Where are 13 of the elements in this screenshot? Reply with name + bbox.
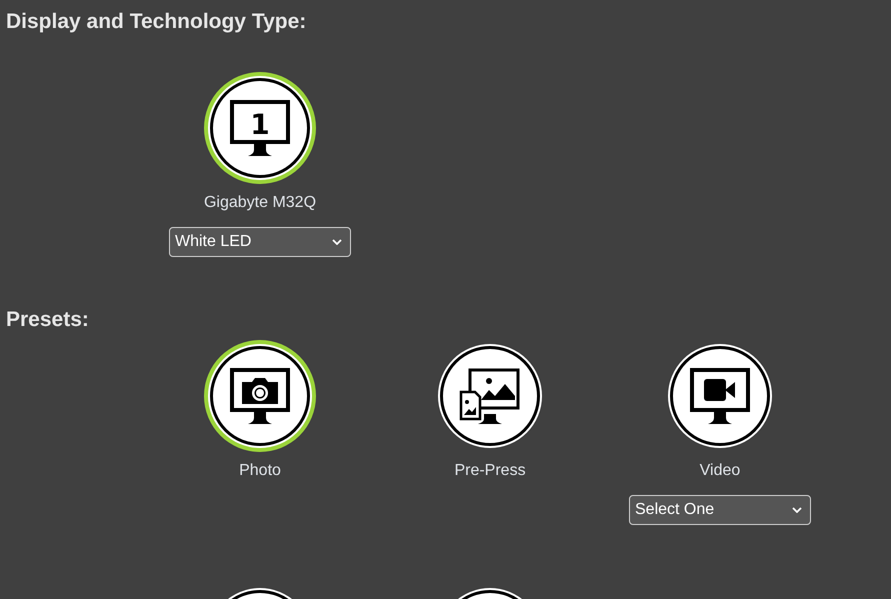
monitor-camera-icon [228,366,292,426]
monitor-video-icon [688,366,752,426]
dropdown[interactable]: White LED [169,227,351,257]
monitor-image-icon [458,366,522,426]
option-label: Photo [239,461,281,481]
section-heading: Display and Technology Type: [5,9,308,35]
section-heading: Presets: [5,307,90,333]
dropdown[interactable]: Select One [629,495,811,525]
chevron-down-icon [792,507,802,513]
option-label: Video [700,461,740,481]
option-label: Gigabyte M32Q [204,193,316,213]
option-label: Pre-Press [454,461,526,481]
chevron-down-icon [332,239,342,245]
